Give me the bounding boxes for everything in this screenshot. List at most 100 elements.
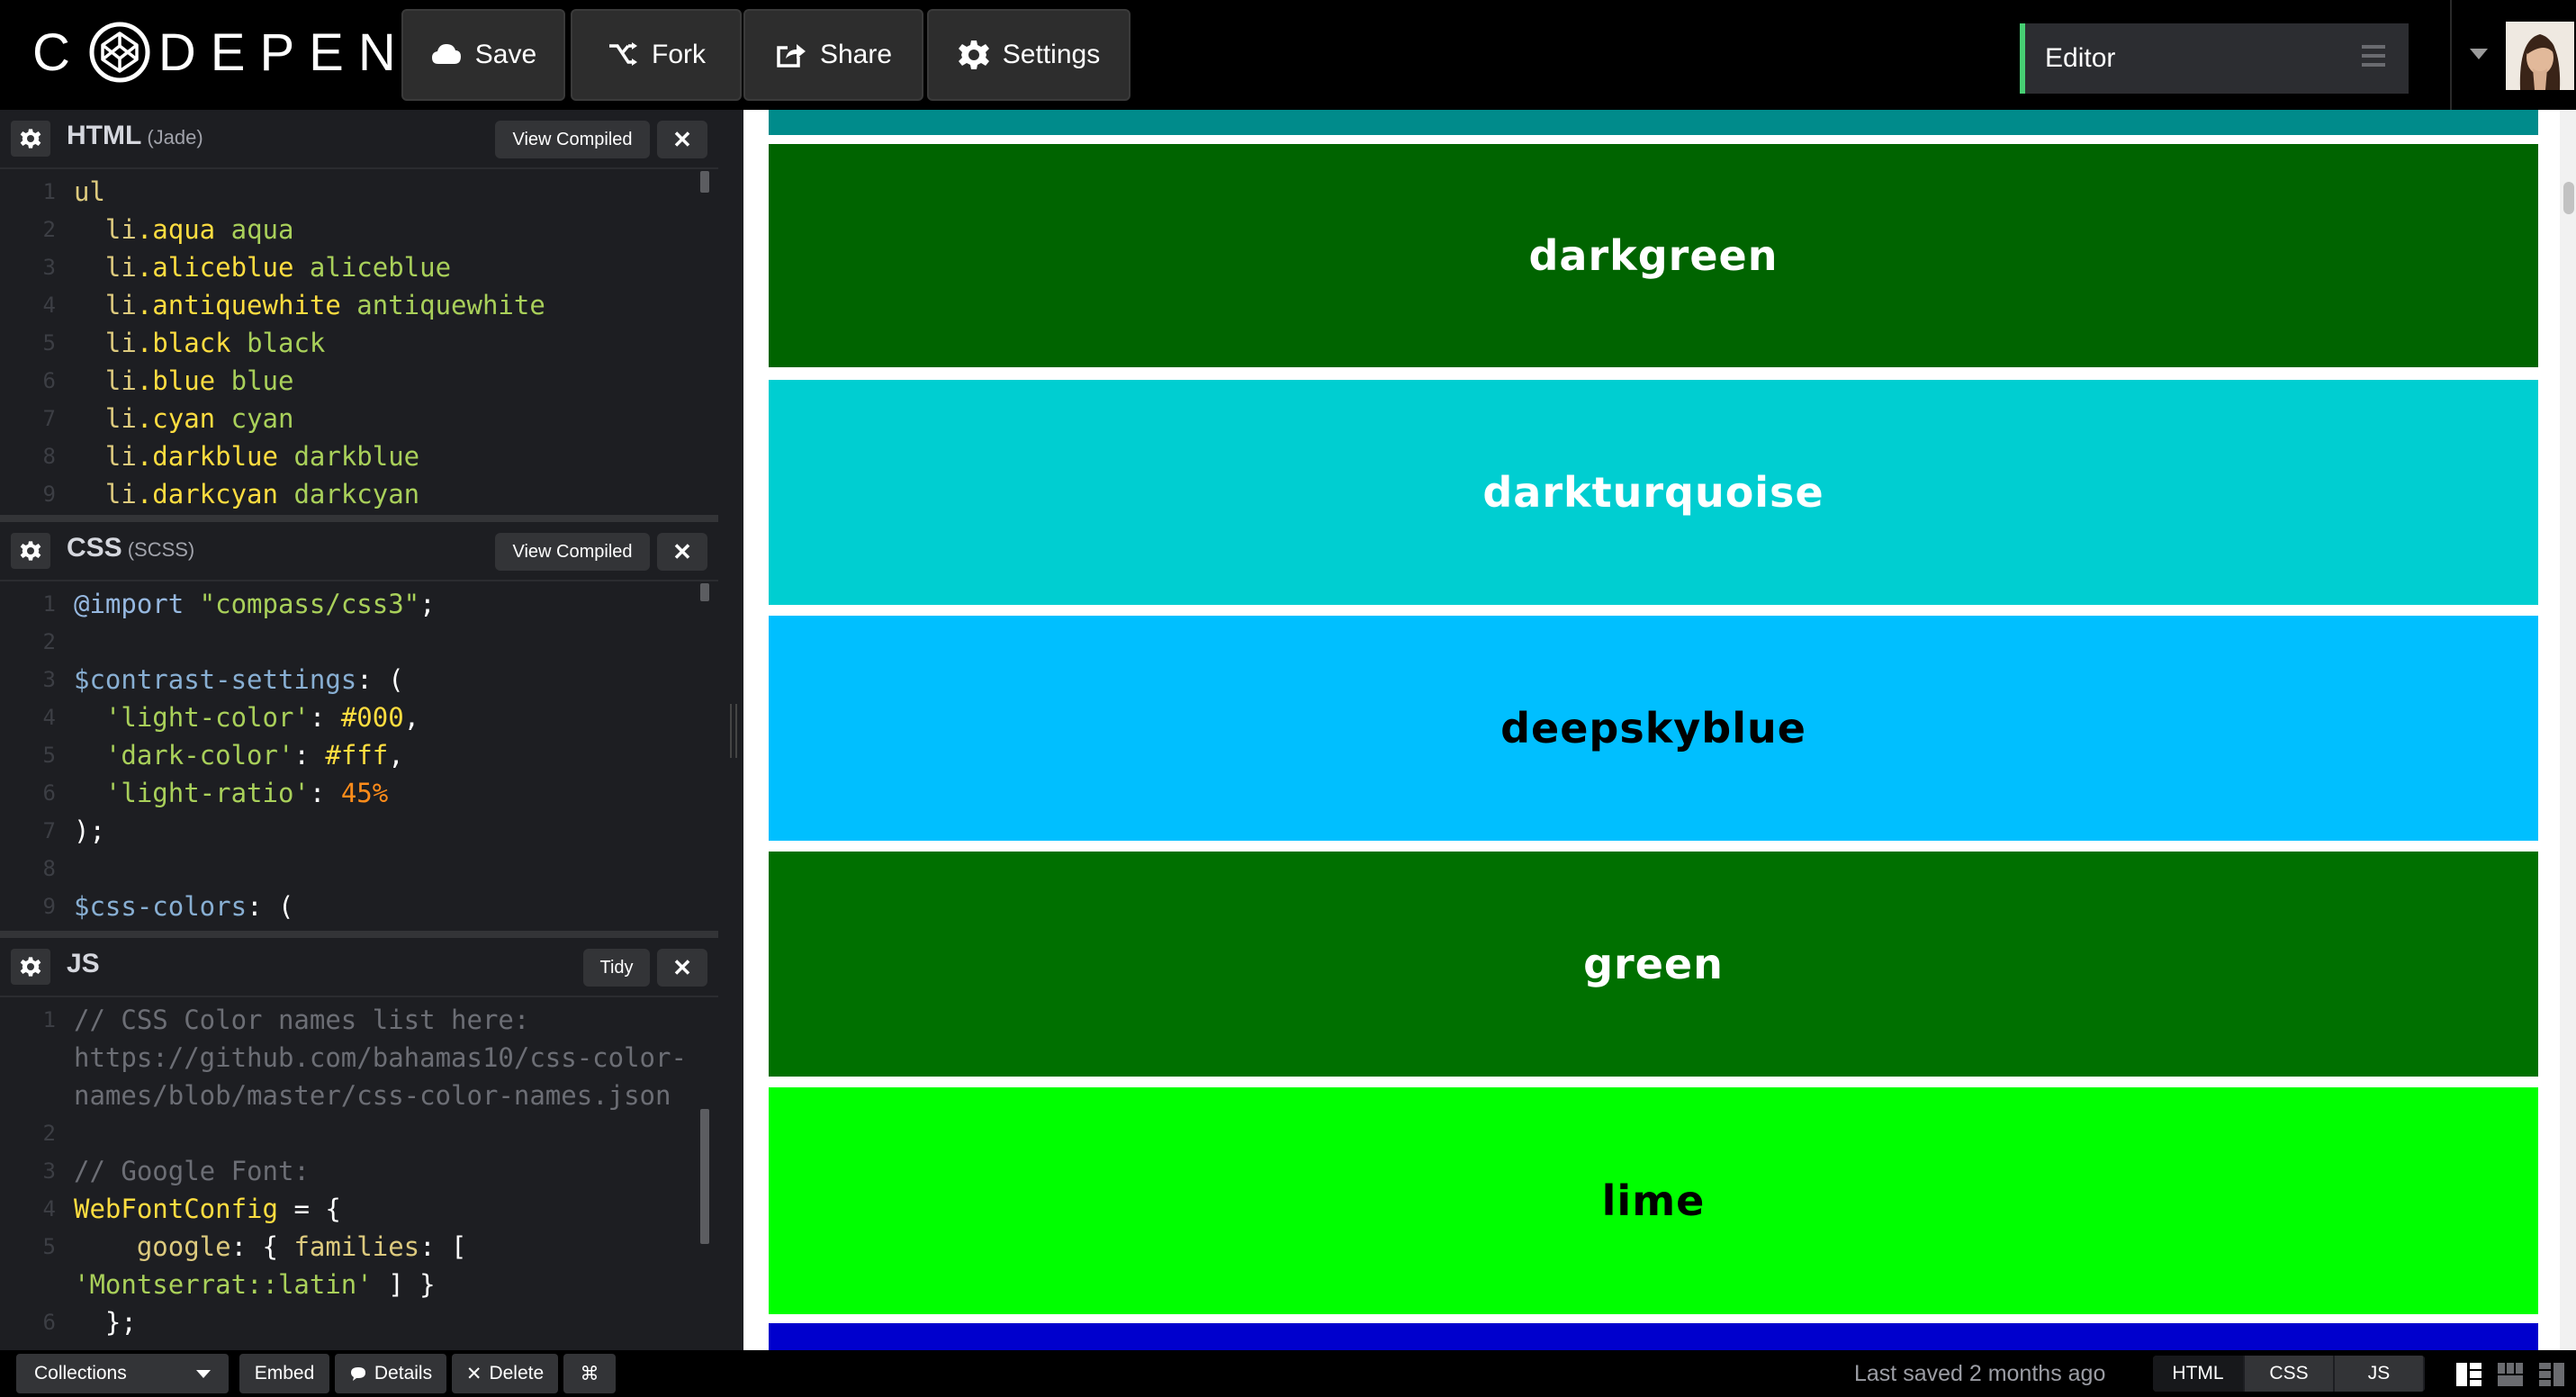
command-icon: ⌘ [580,1363,599,1384]
result-preview[interactable]: darkgreen darkturquoise deepskyblue green li… [743,110,2576,1350]
chevron-down-icon[interactable] [2470,49,2488,59]
editor-toggle-tabs: HTML CSS JS [2153,1356,2425,1392]
gear-icon [958,41,989,69]
line-number: 6 [42,1310,56,1335]
toggle-html-tab[interactable]: HTML [2153,1356,2245,1392]
bottom-bar: Collections Embed Details ✕ Delete ⌘ Las… [0,1350,2576,1397]
logo-c: C [32,23,85,82]
line-number: 1 [42,179,56,204]
avatar[interactable] [2506,22,2574,90]
settings-button[interactable]: Settings [927,9,1130,101]
settings-label: Settings [1002,40,1101,69]
codepen-logo[interactable]: C DEPEN [32,20,410,85]
code-line: 5 google: { families: [ [0,1228,702,1266]
code-line: names/blob/master/css-color-names.json [0,1077,702,1114]
code-line: 9 $css-colors: ( [0,888,702,925]
code-token: .darkblue [136,441,278,472]
view-compiled-button[interactable]: View Compiled [495,121,650,158]
code-token: : [309,702,341,733]
code-token: $contrast-settings [74,664,357,695]
code-token: google [136,1231,231,1262]
gear-icon [20,129,41,149]
panel-resize-handle[interactable] [0,931,718,938]
swatch-label: darkturquoise [1482,468,1824,517]
editor-preview-splitter[interactable] [720,110,743,1350]
toggle-css-tab[interactable]: CSS [2245,1356,2335,1392]
code-line: 8 [0,850,702,888]
code-token: : [ [419,1231,467,1262]
css-scrollbar[interactable] [700,583,709,601]
code-line: 6 }; [0,1303,702,1341]
css-code-area[interactable]: 1 @import "compass/css3"; 2 3 $contrast-se… [0,585,702,925]
close-icon[interactable]: ✕ [657,949,707,987]
code-token: aliceblue [293,252,452,283]
chevron-down-icon [196,1370,211,1378]
details-label: Details [374,1363,433,1383]
code-token: ); [74,816,105,846]
panel-preprocessor: (Jade) [147,126,203,149]
code-token: ; [419,589,436,619]
js-scrollbar[interactable] [700,1109,709,1244]
css-panel-header: CSS (SCSS) View Compiled ✕ [0,522,718,581]
code-token: // Google Font: [74,1156,310,1186]
html-settings-button[interactable] [11,121,50,157]
code-token: .aqua [136,214,216,245]
code-token: blue [215,365,294,396]
code-token: li [104,441,137,472]
html-code-area[interactable]: 1 ul 2 li.aqua aqua 3 li.aliceblue aliceb… [0,173,702,513]
delete-button[interactable]: ✕ Delete [452,1354,558,1393]
code-line: 1 @import "compass/css3"; [0,585,702,623]
code-token: 45% [340,778,389,808]
swatch-label: darkgreen [1528,231,1779,280]
gear-icon [20,541,41,561]
color-swatch: lime [769,1087,2538,1314]
keyboard-shortcuts-button[interactable]: ⌘ [563,1354,616,1393]
editor-view-select[interactable]: Editor [2020,23,2409,94]
preview-scrollbar[interactable] [2560,110,2576,1350]
code-token: @import [74,589,185,619]
code-token: .darkcyan [136,479,278,509]
code-token: .cyan [136,403,216,434]
code-token: 'dark-color' [104,740,294,771]
code-token: : ( [247,891,294,922]
cloud-icon [431,44,461,64]
code-token: li [104,290,137,320]
share-icon [777,44,806,68]
html-scrollbar[interactable] [700,171,709,193]
codepen-cube-icon [89,22,150,83]
share-button[interactable]: Share [743,9,923,101]
code-token: ] } [372,1269,436,1300]
toggle-js-tab[interactable]: JS [2335,1356,2425,1392]
js-panel-header: JS Tidy ✕ [0,938,718,997]
code-token: antiquewhite [340,290,545,320]
logo-rest: DEPEN [158,23,410,82]
js-code-area[interactable]: 1 // CSS Color names list here: https://g… [0,1001,702,1341]
line-number: 9 [42,894,56,919]
css-editor-panel: CSS (SCSS) View Compiled ✕ 1 @import "comp… [0,522,718,931]
css-settings-button[interactable] [11,533,50,569]
code-token: li [104,403,137,434]
code-line: 2 [0,1114,702,1152]
embed-button[interactable]: Embed [239,1354,329,1393]
layout-left-icon[interactable] [2455,1361,2482,1388]
view-compiled-button[interactable]: View Compiled [495,533,650,571]
code-line: 3 $contrast-settings: ( [0,661,702,698]
code-token: li [104,252,137,283]
tidy-button[interactable]: Tidy [583,949,650,987]
layout-top-icon[interactable] [2497,1361,2524,1388]
save-button[interactable]: Save [401,9,565,101]
avatar-image [2506,22,2574,90]
close-icon[interactable]: ✕ [657,533,707,571]
collections-dropdown[interactable]: Collections [16,1354,229,1393]
view-mode-label: Editor [2045,43,2116,73]
js-settings-button[interactable] [11,949,50,985]
layout-right-icon[interactable] [2538,1361,2565,1388]
details-button[interactable]: Details [335,1354,446,1393]
panel-resize-handle[interactable] [0,515,718,522]
panel-title-text: CSS [67,533,122,563]
line-number: 7 [42,818,56,843]
scroll-thumb[interactable] [2563,182,2574,214]
close-icon[interactable]: ✕ [657,121,707,158]
code-line: 6 li.blue blue [0,362,702,400]
fork-button[interactable]: Fork [571,9,742,101]
